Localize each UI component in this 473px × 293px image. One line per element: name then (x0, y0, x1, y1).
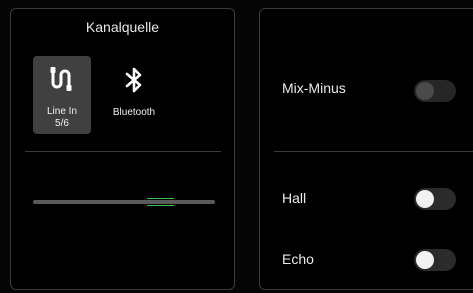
source-line-in-button[interactable]: Line In 5/6 (33, 56, 91, 134)
source-bluetooth-button[interactable]: Bluetooth (99, 56, 169, 134)
source-line-in-label-1: Line In (46, 106, 78, 117)
source-bluetooth-label: Bluetooth (112, 107, 156, 118)
mix-minus-toggle[interactable] (414, 80, 456, 102)
toggle-knob (416, 251, 434, 269)
source-line-in-label-2: 5/6 (55, 118, 69, 129)
divider (274, 151, 473, 152)
effects-panel: Mix-Minus Hall Echo (259, 8, 473, 290)
bluetooth-icon (123, 66, 145, 99)
mix-minus-label: Mix-Minus (282, 80, 346, 96)
hall-toggle[interactable] (414, 188, 456, 210)
echo-label: Echo (282, 251, 314, 267)
line-in-icon (49, 66, 75, 97)
panel-title: Kanalquelle (85, 19, 160, 35)
echo-toggle[interactable] (414, 249, 456, 271)
level-slider-track[interactable] (33, 200, 215, 204)
level-slider-handle[interactable] (146, 196, 174, 208)
divider (25, 151, 221, 152)
toggle-knob (416, 82, 434, 100)
channel-source-panel: Kanalquelle Line In 5/6 Bluetooth (10, 8, 235, 290)
toggle-knob (416, 190, 434, 208)
hall-label: Hall (282, 190, 307, 206)
